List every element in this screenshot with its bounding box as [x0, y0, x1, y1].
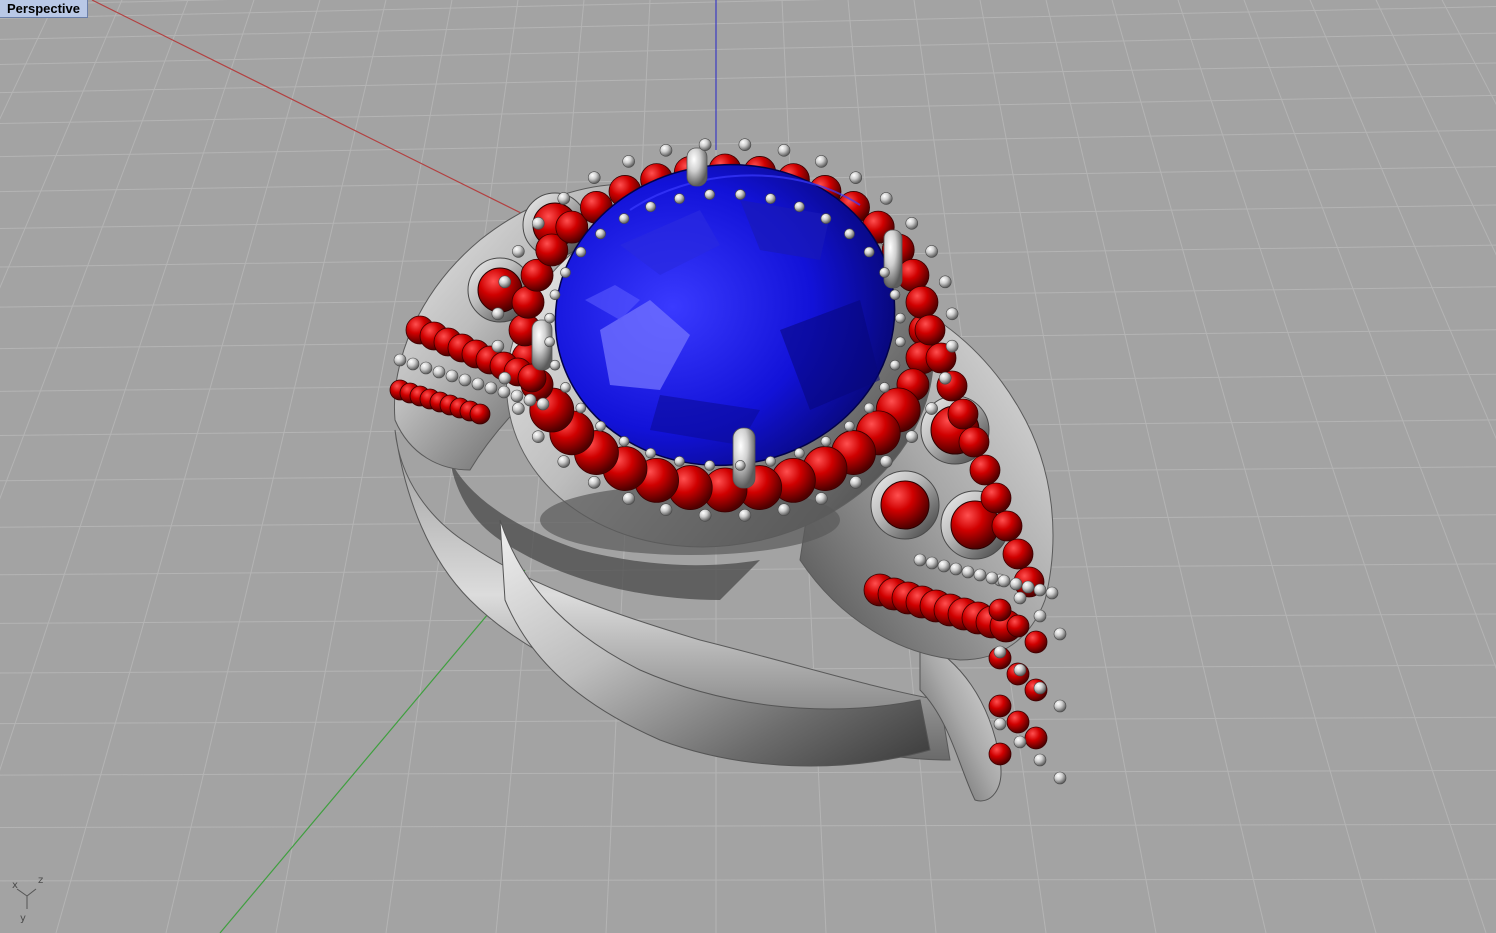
y-axis-line	[219, 569, 526, 933]
viewport-scene[interactable]: x z y	[0, 0, 1496, 933]
axis-gizmo: x z y	[12, 875, 43, 924]
ring-model[interactable]	[389, 138, 1067, 802]
perspective-viewport[interactable]: x z y Perspective	[0, 0, 1496, 933]
gizmo-z-label: z	[38, 875, 43, 886]
gizmo-x-label: x	[12, 880, 18, 891]
gizmo-y-label: y	[20, 913, 26, 924]
viewport-title-tab[interactable]: Perspective	[0, 0, 88, 18]
